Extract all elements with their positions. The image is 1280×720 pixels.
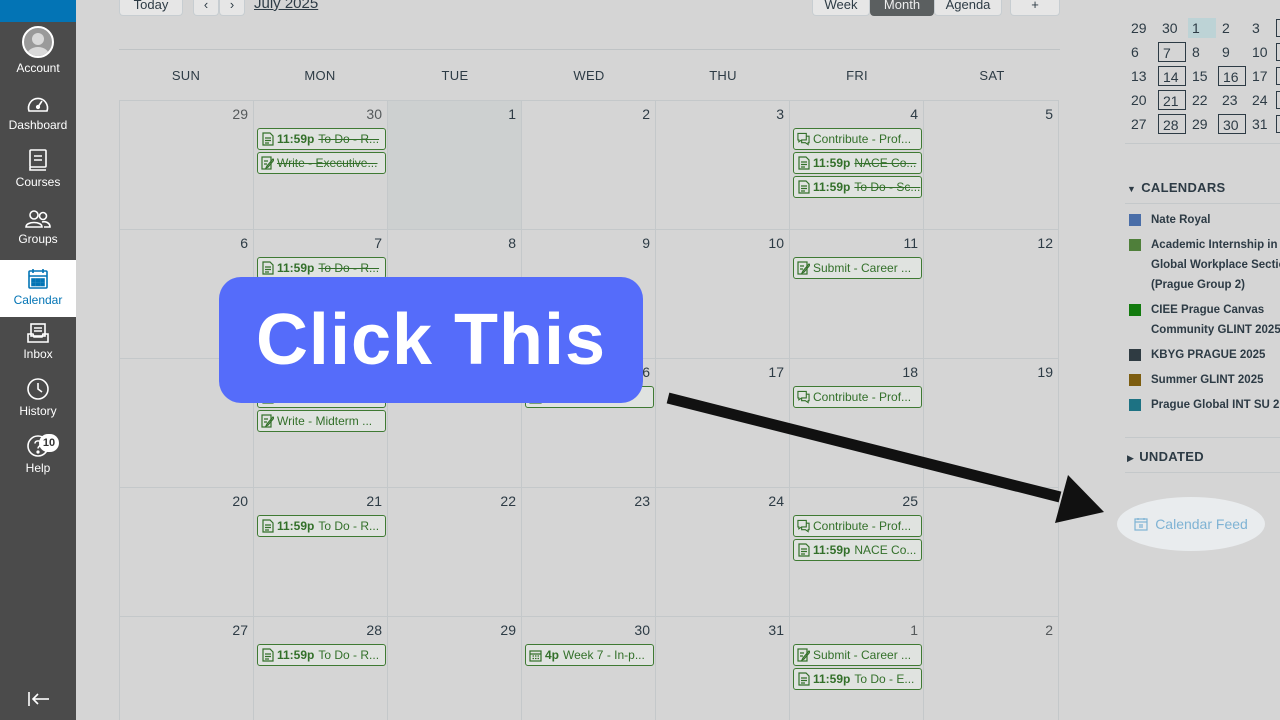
- pointer-arrow-icon: [666, 392, 1104, 523]
